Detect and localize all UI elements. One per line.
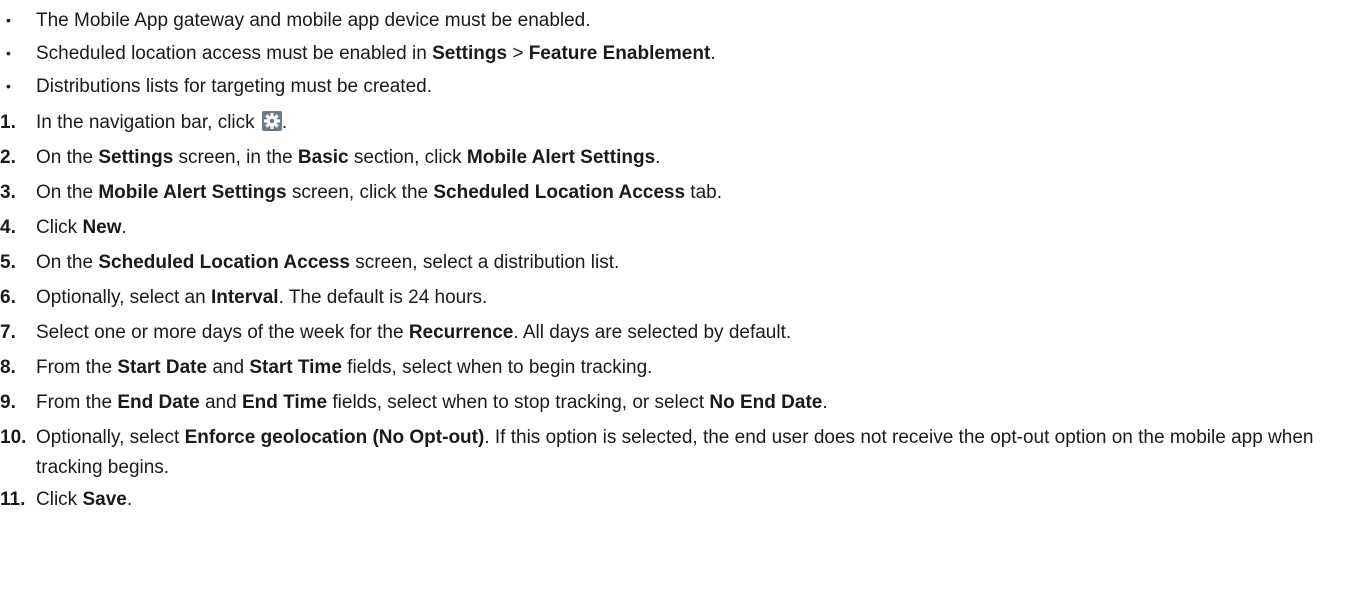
step-text: section, click bbox=[348, 147, 467, 168]
step-text: screen, click the bbox=[286, 182, 434, 203]
step-item: 5. On the Scheduled Location Access scre… bbox=[0, 246, 1366, 281]
prerequisite-item: • The Mobile App gateway and mobile app … bbox=[0, 4, 1366, 37]
step-text: . The default is 24 hours. bbox=[278, 287, 488, 308]
step-text: . bbox=[655, 147, 661, 168]
step-item: 7. Select one or more days of the week f… bbox=[0, 316, 1366, 351]
step-text: tab. bbox=[685, 182, 723, 203]
step-number: 7. bbox=[0, 322, 16, 343]
period: . bbox=[281, 112, 288, 133]
step-text: Select one or more days of the week for … bbox=[36, 322, 409, 343]
step-number: 6. bbox=[0, 287, 16, 308]
step-text: and bbox=[199, 392, 242, 413]
document-body: • The Mobile App gateway and mobile app … bbox=[0, 0, 1366, 591]
bold-term: Mobile Alert Settings bbox=[466, 147, 656, 168]
step-number: 10. bbox=[0, 427, 27, 448]
step-item: 2. On the Settings screen, in the Basic … bbox=[0, 141, 1366, 176]
step-number: 3. bbox=[0, 182, 16, 203]
bold-term: End Time bbox=[241, 392, 328, 413]
step-text: . bbox=[822, 392, 828, 413]
step-text: Optionally, select bbox=[36, 427, 185, 448]
prerequisites-list: • The Mobile App gateway and mobile app … bbox=[0, 4, 1366, 103]
step-text: screen, select a distribution list. bbox=[349, 252, 620, 273]
separator: > bbox=[507, 43, 529, 64]
bold-term: Scheduled Location Access bbox=[433, 182, 686, 203]
bold-term: Enforce geolocation (No Opt-out) bbox=[184, 427, 485, 448]
bullet: • bbox=[6, 45, 11, 61]
step-text: From the bbox=[36, 357, 118, 378]
step-text: . bbox=[121, 217, 127, 238]
step-text: Optionally, select an bbox=[36, 287, 211, 308]
step-number: 1. bbox=[0, 112, 16, 133]
feature-enablement-bold: Feature Enablement bbox=[528, 43, 711, 64]
prerequisite-text: Scheduled location access must be enable… bbox=[36, 43, 433, 64]
step-text: fields, select when to stop tracking, or… bbox=[327, 392, 710, 413]
step-item: 3. On the Mobile Alert Settings screen, … bbox=[0, 176, 1366, 211]
bold-term: Interval bbox=[210, 287, 279, 308]
step-number: 4. bbox=[0, 217, 16, 238]
step-item: 8. From the Start Date and Start Time fi… bbox=[0, 351, 1366, 386]
step-text: and bbox=[207, 357, 250, 378]
step-item: 6. Optionally, select an Interval. The d… bbox=[0, 281, 1366, 316]
bullet: • bbox=[6, 78, 11, 94]
step-text: On the bbox=[36, 252, 99, 273]
step-text: screen, in the bbox=[173, 147, 298, 168]
bold-term: Save bbox=[82, 489, 127, 510]
bold-term: New bbox=[82, 217, 122, 238]
step-item: 4. Click New. bbox=[0, 211, 1366, 246]
step-number: 11. bbox=[0, 489, 26, 510]
bold-term: End Date bbox=[117, 392, 200, 413]
period: . bbox=[710, 43, 716, 64]
prerequisite-text: Distributions lists for targeting must b… bbox=[36, 76, 433, 97]
bold-term: Mobile Alert Settings bbox=[98, 182, 287, 203]
prerequisite-text: The Mobile App gateway and mobile app de… bbox=[36, 10, 591, 31]
step-item: 10. Optionally, select Enforce geolocati… bbox=[0, 421, 1366, 483]
settings-bold: Settings bbox=[432, 43, 508, 64]
steps-list: 1. In the navigation bar, click . 2. On … bbox=[0, 106, 1366, 518]
step-text: Click bbox=[36, 489, 83, 510]
step-number: 8. bbox=[0, 357, 16, 378]
bold-term: Scheduled Location Access bbox=[98, 252, 350, 273]
step-item: 11. Click Save. bbox=[0, 483, 1366, 518]
prerequisite-item: • Distributions lists for targeting must… bbox=[0, 70, 1366, 103]
bold-term: Start Time bbox=[249, 357, 342, 378]
step-text: Click bbox=[36, 217, 83, 238]
step-text: . bbox=[126, 489, 133, 510]
bold-term: No End Date bbox=[709, 392, 823, 413]
bold-term: Basic bbox=[297, 147, 349, 168]
step-text: fields, select when to begin tracking. bbox=[341, 357, 653, 378]
step-text: . All days are selected by default. bbox=[513, 322, 792, 343]
step-text: On the bbox=[36, 182, 99, 203]
step-text: From the bbox=[36, 392, 118, 413]
bullet: • bbox=[6, 12, 11, 28]
bold-term: Settings bbox=[98, 147, 174, 168]
gear-icon bbox=[261, 111, 282, 131]
bold-term: Recurrence bbox=[408, 322, 514, 343]
step-number: 9. bbox=[0, 392, 16, 413]
step-text: In the navigation bar, click bbox=[36, 112, 260, 133]
step-number: 2. bbox=[0, 147, 16, 168]
step-item: 9. From the End Date and End Time fields… bbox=[0, 386, 1366, 421]
step-number: 5. bbox=[0, 252, 16, 273]
step-item: 1. In the navigation bar, click . bbox=[0, 106, 1366, 141]
prerequisite-item: • Scheduled location access must be enab… bbox=[0, 37, 1366, 70]
bold-term: Start Date bbox=[117, 357, 208, 378]
step-text: On the bbox=[36, 147, 99, 168]
